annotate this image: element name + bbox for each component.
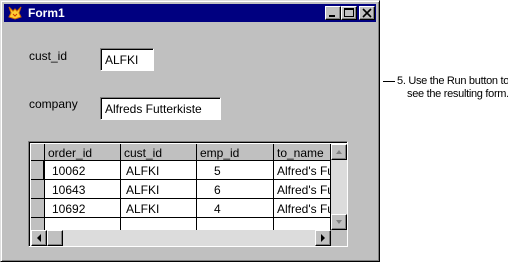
scroll-up-button[interactable] xyxy=(331,144,347,160)
row-selector[interactable] xyxy=(31,161,45,180)
arrow-left-icon xyxy=(37,234,41,242)
cust-id-label: cust_id xyxy=(29,49,68,63)
title-bar[interactable]: Form1 xyxy=(4,4,376,22)
row-selector[interactable] xyxy=(31,199,45,218)
table-cell[interactable] xyxy=(274,218,331,230)
table-cell[interactable]: 10692 xyxy=(45,199,121,218)
callout-line-1: 5. Use the Run button to xyxy=(397,75,508,87)
cust-id-field[interactable]: ALFKI xyxy=(100,48,154,71)
minimize-icon xyxy=(329,15,335,17)
scrollbar-corner xyxy=(331,230,347,246)
table-cell[interactable]: 10643 xyxy=(45,180,121,199)
arrow-right-icon xyxy=(321,234,325,242)
row-selector[interactable] xyxy=(31,218,45,230)
table-cell[interactable]: 4 xyxy=(197,199,274,218)
arrow-up-icon xyxy=(336,150,342,154)
table-cell[interactable]: Alfred's Fu xyxy=(274,199,331,218)
scroll-thumb[interactable] xyxy=(47,230,63,246)
table-cell[interactable]: Alfred's Fu xyxy=(274,180,331,199)
table-cell[interactable]: ALFKI xyxy=(121,199,197,218)
table-cell[interactable]: Alfred's Fu xyxy=(274,161,331,180)
company-field[interactable]: Alfreds Futterkiste xyxy=(100,97,221,120)
table-cell[interactable] xyxy=(121,218,197,230)
column-header-order-id[interactable]: order_id xyxy=(45,144,121,161)
column-header-to-name[interactable]: to_name xyxy=(274,144,331,161)
close-icon xyxy=(362,8,372,18)
table-cell[interactable] xyxy=(45,218,121,230)
vertical-scrollbar[interactable] xyxy=(331,144,347,230)
orders-grid[interactable]: order_id cust_id emp_id to_name 10062 AL… xyxy=(28,141,348,247)
table-cell[interactable]: 10062 xyxy=(45,161,121,180)
row-selector[interactable] xyxy=(31,180,45,199)
maximize-icon xyxy=(344,8,354,17)
table-cell[interactable]: 6 xyxy=(197,180,274,199)
callout-leader-line xyxy=(383,81,395,82)
scroll-down-button[interactable] xyxy=(331,214,347,230)
arrow-down-icon xyxy=(336,220,342,224)
grid-corner-header xyxy=(31,144,45,161)
table-cell[interactable]: 5 xyxy=(197,161,274,180)
table-cell[interactable] xyxy=(197,218,274,230)
callout-line-2: see the resulting form. xyxy=(407,88,508,100)
foxpro-fox-icon xyxy=(8,6,22,20)
window-title: Form1 xyxy=(28,6,65,20)
column-header-emp-id[interactable]: emp_id xyxy=(197,144,274,161)
scroll-right-button[interactable] xyxy=(315,230,331,246)
form-window: Form1 cust_id ALFKI company Alfreds Futt… xyxy=(0,0,380,262)
minimize-button[interactable] xyxy=(325,6,341,20)
company-label: company xyxy=(29,97,78,111)
table-cell[interactable]: ALFKI xyxy=(121,161,197,180)
scroll-left-button[interactable] xyxy=(31,230,47,246)
table-cell[interactable]: ALFKI xyxy=(121,180,197,199)
column-header-cust-id[interactable]: cust_id xyxy=(121,144,197,161)
maximize-button[interactable] xyxy=(341,6,357,20)
close-button[interactable] xyxy=(359,6,375,20)
horizontal-scrollbar[interactable] xyxy=(31,230,331,246)
